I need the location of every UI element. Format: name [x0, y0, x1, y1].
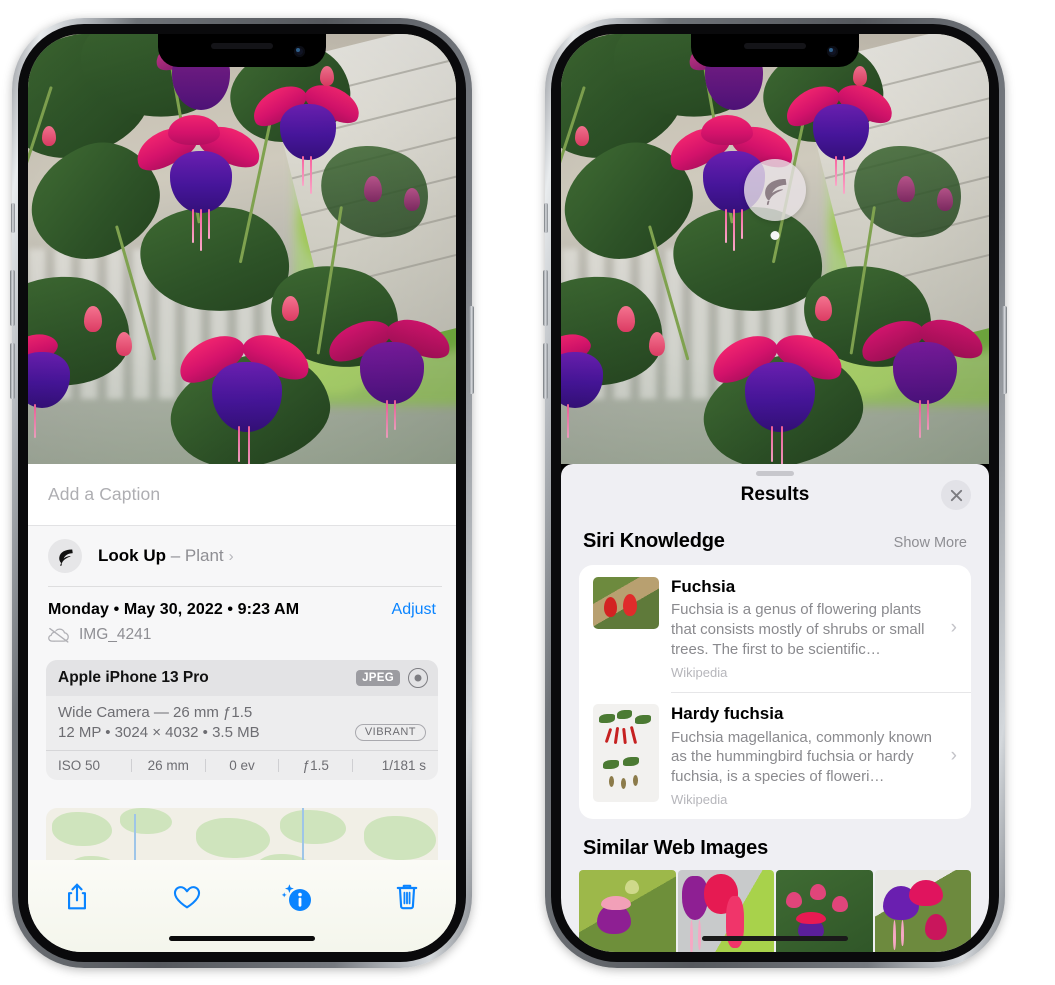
photo-viewer[interactable] [28, 34, 456, 464]
earpiece-speaker [744, 43, 806, 49]
result-source: Wikipedia [671, 664, 728, 680]
look-up-title: Look Up [98, 546, 166, 565]
photo-content [28, 34, 456, 464]
flower [855, 311, 989, 438]
flower [28, 326, 108, 438]
exif-iso: ISO 50 [58, 757, 101, 773]
power-button[interactable] [469, 306, 474, 394]
flower [561, 326, 641, 438]
flower [129, 115, 270, 251]
exif-body: Wide Camera — 26 mm ƒ1.5 12 MP • 3024 × … [46, 696, 438, 750]
result-source: Wikipedia [671, 792, 728, 808]
earpiece-speaker [211, 43, 273, 49]
photo-content [561, 34, 989, 464]
chevron-right-icon: › [950, 617, 957, 639]
chevron-right-icon: › [228, 547, 234, 565]
fuchsia-thumb-1[interactable] [579, 870, 676, 952]
device-name: Apple iPhone 13 Pro [58, 668, 209, 686]
flower [246, 76, 372, 194]
power-button[interactable] [1002, 306, 1007, 394]
flower [779, 76, 905, 194]
photo-viewer[interactable] [561, 34, 989, 464]
home-indicator[interactable] [169, 936, 315, 941]
exif-settings-row: ISO 50 26 mm 0 ev ƒ1.5 1/181 s [46, 749, 438, 780]
fuchsia-thumbnail [593, 577, 659, 629]
cloud-slash-icon [48, 627, 70, 643]
chevron-right-icon: › [950, 744, 957, 766]
look-up-badge[interactable] [744, 159, 806, 240]
screenshot-stage: Add a Caption ✦ ✦ Look Up – Plant › [0, 0, 1055, 985]
hardy-fuchsia-thumbnail [593, 704, 659, 803]
exif-header: Apple iPhone 13 Pro JPEG [46, 659, 438, 696]
raw-aperture-icon [408, 667, 428, 688]
sparkle-icon-large: ✦ [28, 517, 29, 533]
mute-switch[interactable] [544, 203, 548, 233]
result-title: Hardy fuchsia [671, 704, 784, 724]
heart-icon[interactable] [164, 874, 210, 920]
adjust-button[interactable]: Adjust [392, 601, 436, 619]
siri-knowledge-header: Siri Knowledge Show More [561, 530, 989, 553]
lens-info: Wide Camera — 26 mm ƒ1.5 [58, 703, 253, 721]
right-phone: Results Siri Knowledge Show More Fuchsia… [543, 18, 1007, 968]
left-screen: Add a Caption ✦ ✦ Look Up – Plant › [28, 34, 456, 952]
list-item[interactable]: Fuchsia Fuchsia is a genus of flowering … [579, 565, 971, 692]
photographic-style-badge: VIBRANT [354, 723, 426, 741]
look-up-row[interactable]: ✦ ✦ Look Up – Plant › [28, 517, 456, 586]
metadata-block: Monday • May 30, 2022 • 9:23 AM Adjust I… [28, 587, 456, 650]
trash-icon[interactable] [384, 874, 430, 920]
close-icon[interactable] [941, 480, 971, 510]
volume-up-button[interactable] [10, 270, 15, 326]
front-camera [294, 46, 305, 57]
flower [704, 325, 853, 464]
mute-switch[interactable] [11, 203, 15, 233]
right-screen: Results Siri Knowledge Show More Fuchsia… [561, 34, 989, 952]
similar-web-images-title: Similar Web Images [583, 837, 768, 860]
look-up-anchor-dot [770, 231, 780, 240]
look-up-subject: Plant [184, 546, 224, 565]
notch [691, 34, 859, 67]
exif-card[interactable]: Apple iPhone 13 Pro JPEG Wide Camera — 2… [46, 659, 438, 780]
volume-up-button[interactable] [543, 270, 548, 326]
result-description: Fuchsia is a genus of flowering plants t… [671, 601, 925, 658]
caption-field[interactable]: Add a Caption [28, 464, 456, 526]
exif-ev: 0 ev [229, 757, 255, 773]
siri-knowledge-card: Fuchsia Fuchsia is a genus of flowering … [579, 565, 971, 820]
results-sheet: Results Siri Knowledge Show More Fuchsia… [561, 464, 989, 952]
info-sparkle-icon[interactable] [274, 874, 320, 920]
capture-date: Monday • May 30, 2022 • 9:23 AM [48, 600, 300, 618]
result-description: Fuchsia magellanica, commonly known as t… [671, 728, 932, 786]
exif-aperture: ƒ1.5 [302, 757, 329, 773]
sheet-title: Results [740, 484, 810, 505]
similar-web-images-header: Similar Web Images [561, 837, 989, 860]
caption-placeholder: Add a Caption [48, 484, 161, 504]
exif-shutter: 1/181 s [381, 757, 426, 773]
volume-down-button[interactable] [543, 343, 548, 399]
notch [158, 34, 326, 67]
result-title: Fuchsia [671, 577, 736, 596]
flower [322, 311, 456, 438]
format-badge: JPEG [356, 669, 400, 686]
photo-info-sheet: Add a Caption ✦ ✦ Look Up – Plant › [28, 464, 456, 952]
leaf-icon [48, 539, 82, 573]
filename: IMG_4241 [79, 625, 152, 643]
results-header: Results [561, 464, 989, 526]
front-camera [827, 46, 838, 57]
list-item[interactable]: Hardy fuchsia Fuchsia magellanica, commo… [579, 692, 971, 819]
siri-knowledge-title: Siri Knowledge [583, 530, 725, 552]
fuchsia-thumb-4[interactable] [874, 870, 971, 952]
flower [171, 325, 320, 464]
volume-down-button[interactable] [10, 343, 15, 399]
look-up-label: Look Up – Plant [98, 546, 224, 566]
exif-focal: 26 mm [147, 757, 189, 773]
size-info: 12 MP • 3024 × 4032 • 3.5 MB [58, 723, 260, 741]
leaf-icon [760, 175, 790, 205]
show-more-button[interactable]: Show More [894, 535, 967, 551]
left-phone: Add a Caption ✦ ✦ Look Up – Plant › [10, 18, 474, 968]
share-icon[interactable] [54, 874, 100, 920]
home-indicator[interactable] [702, 936, 848, 941]
look-up-separator: – [166, 546, 185, 565]
